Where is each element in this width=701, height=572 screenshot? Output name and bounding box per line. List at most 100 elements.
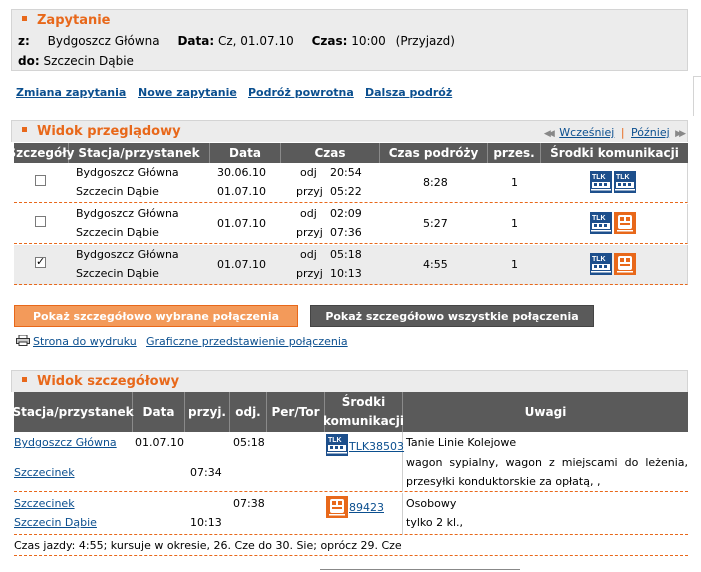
detail-segment: Szczecinek 07:38 89423 Szczecin Dąbie 10…	[14, 493, 688, 535]
to-value: Szczecin Dąbie	[43, 54, 134, 68]
new-query-link[interactable]: Nowe zapytanie	[138, 86, 237, 99]
change-query-link[interactable]: Zmiana zapytania	[16, 86, 126, 99]
row-to: Szczecin Dąbie	[76, 226, 159, 239]
col-arr: przyj.	[185, 392, 230, 432]
col-transport: Środki komunikacji	[323, 392, 404, 432]
row-from: Bydgoszcz Główna	[76, 207, 179, 220]
regional-train-icon	[614, 253, 636, 275]
print-row: Strona do wydruku Graficzne przedstawien…	[16, 334, 516, 349]
show-all-button[interactable]: Pokaż szczegółowo wszystkie połączenia	[310, 305, 594, 327]
from-label: z:	[18, 34, 30, 48]
row-dep-label: odj	[300, 166, 317, 179]
overview-table-header: Szczegóły Stacja/przystanek Data Czas Cz…	[8, 143, 688, 163]
svg-text:TLK: TLK	[592, 174, 606, 181]
to-label: do:	[18, 54, 40, 68]
segment-from-link[interactable]: Bydgoszcz Główna	[14, 436, 117, 449]
row-date-arr: 01.07.10	[217, 217, 266, 230]
row-date-arr: 01.07.10	[217, 185, 266, 198]
row-arr-label: przyj	[296, 226, 323, 239]
later-arrow-icon[interactable]: ▶▶	[675, 129, 686, 139]
row-date-dep: 30.06.10	[217, 166, 266, 179]
row-checkbox[interactable]	[35, 175, 46, 186]
query-title: Zapytanie	[22, 13, 111, 28]
detail-table-header: Stacja/przystanek Data przyj. odj. Per/T…	[12, 392, 688, 432]
segment-from-link[interactable]: Szczecinek	[14, 497, 75, 510]
query-from-row: z: Bydgoszcz Główna Data: Cz, 01.07.10 C…	[18, 34, 678, 48]
svg-text:TLK: TLK	[592, 215, 606, 222]
row-changes: 1	[511, 217, 518, 230]
overview-title: Widok przeglądowy	[22, 124, 181, 139]
earlier-link[interactable]: Wcześniej	[559, 126, 614, 139]
row-to: Szczecin Dąbie	[76, 185, 159, 198]
col-duration: Czas podróży	[380, 143, 488, 163]
train-link[interactable]: TLK38503	[349, 440, 404, 453]
query-to-row: do: Szczecin Dąbie	[18, 54, 134, 68]
later-link[interactable]: Później	[631, 126, 670, 139]
segment-date: 01.07.10	[135, 436, 184, 449]
svg-text:TLK: TLK	[328, 437, 342, 444]
row-dep-label: odj	[300, 248, 317, 261]
segment-to-link[interactable]: Szczecin Dąbie	[14, 516, 97, 529]
col-date: Data	[210, 143, 281, 163]
segment-to-link[interactable]: Szczecinek	[14, 466, 75, 479]
row-checkbox[interactable]	[35, 216, 46, 227]
col-station: Stacja/przystanek	[12, 392, 134, 432]
row-duration: 8:28	[423, 176, 448, 189]
row-arr: 07:36	[330, 226, 362, 239]
detail-segment: Bydgoszcz Główna 01.07.10 05:18 TLK TLK3…	[14, 432, 688, 492]
row-dep: 02:09	[330, 207, 362, 220]
segment-dep: 07:38	[233, 497, 265, 510]
regional-train-icon	[614, 212, 636, 234]
row-checkbox[interactable]	[35, 255, 46, 268]
row-arr-label: przyj	[296, 185, 323, 198]
row-arr: 10:13	[330, 267, 362, 280]
tlk-icon: TLK	[590, 212, 612, 234]
detail-title: Widok szczegółowy	[22, 374, 179, 389]
pager: ◀◀ Wcześniej | Później ▶▶	[544, 126, 686, 139]
time-label: Czas:	[311, 34, 348, 48]
printer-icon[interactable]	[16, 334, 30, 346]
segment-arr: 07:34	[190, 466, 222, 479]
segment-arr: 10:13	[190, 516, 222, 529]
col-station: Stacja/przystanek	[69, 143, 210, 163]
segment-note: Tanie Linie Kolejowe	[406, 436, 517, 449]
time-value: 10:00	[351, 34, 386, 48]
date-value: Cz, 01.07.10	[217, 34, 294, 48]
regional-train-icon	[326, 496, 348, 518]
row-dep-label: odj	[300, 207, 317, 220]
train-link[interactable]: 89423	[349, 501, 384, 514]
row-dep: 20:54	[330, 166, 362, 179]
segment-note: tylko 2 kl.,	[406, 516, 463, 529]
segment-note: Osobowy	[406, 497, 457, 510]
svg-text:TLK: TLK	[592, 256, 606, 263]
earlier-arrow-icon[interactable]: ◀◀	[544, 129, 555, 139]
show-selected-button[interactable]: Pokaż szczegółowo wybrane połączenia	[14, 305, 298, 327]
row-arr-label: przyj	[296, 267, 323, 280]
row-from: Bydgoszcz Główna	[76, 166, 179, 179]
pager-separator: |	[620, 126, 625, 139]
svg-text:TLK: TLK	[616, 174, 630, 181]
segment-note: wagon sypialny, wagon z miejscami do leż…	[406, 456, 688, 469]
detail-footer: Czas jazdy: 4:55; kursuje w okresie, 26.…	[14, 536, 688, 556]
col-changes: przes.	[488, 143, 541, 163]
col-dep: odj.	[230, 392, 267, 432]
row-changes: 1	[511, 258, 518, 271]
tlk-icon: TLK	[326, 434, 348, 456]
action-links: Zmiana zapytania Nowe zapytanie Podróż p…	[16, 86, 696, 100]
overview-row: Bydgoszcz Główna Szczecin Dąbie 30.06.10…	[14, 163, 688, 203]
row-from: Bydgoszcz Główna	[76, 248, 179, 261]
row-to: Szczecin Dąbie	[76, 267, 159, 280]
print-page-link[interactable]: Strona do wydruku	[33, 335, 137, 348]
footer-text: Czas jazdy: 4:55; kursuje w okresie, 26.…	[14, 539, 402, 552]
bottom-rule	[320, 569, 520, 570]
row-arr: 05:22	[330, 185, 362, 198]
row-duration: 5:27	[423, 217, 448, 230]
graphic-view-link[interactable]: Graficzne przedstawienie połączenia	[146, 335, 348, 348]
overview-row-selected: Bydgoszcz Główna Szczecin Dąbie 01.07.10…	[14, 245, 688, 285]
col-details: Szczegóły	[8, 143, 75, 163]
tlk-icon: TLK	[590, 171, 612, 193]
return-trip-link[interactable]: Podróż powrotna	[248, 86, 354, 99]
further-trip-link[interactable]: Dalsza podróż	[365, 86, 452, 99]
from-value: Bydgoszcz Główna	[47, 34, 160, 48]
segment-note: przesyłki konduktorskie za opłatą, ,	[406, 475, 601, 488]
